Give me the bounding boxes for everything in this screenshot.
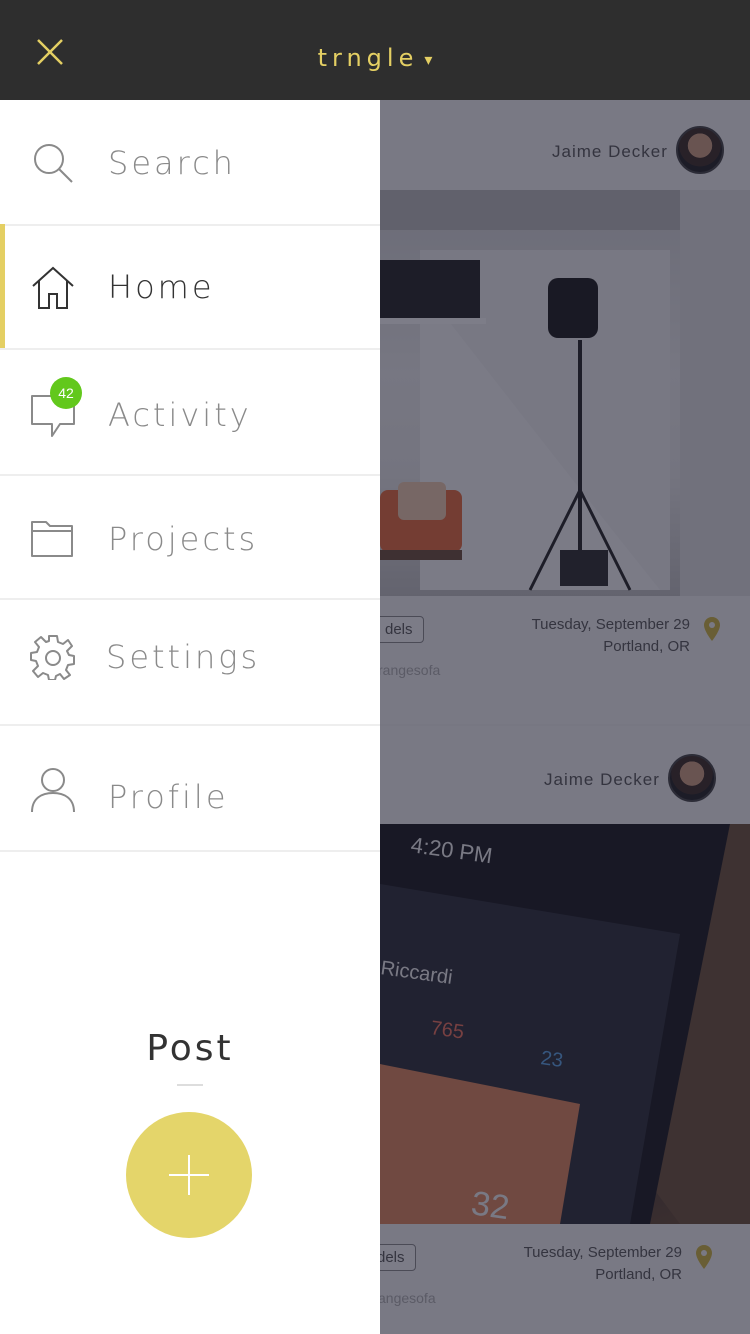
home-icon [32,266,74,309]
plus-icon-vertical [188,1155,190,1195]
feed: Jaime Decker dels rangesofa Tuesday, Sep… [380,100,750,1334]
post-date: Tuesday, September 29 [523,1244,682,1261]
menu-item-label: Settings [106,638,261,676]
chevron-down-icon: ▾ [424,50,433,69]
card-meta: dels rangesofa Tuesday, September 29 Por… [380,596,750,724]
add-post-button[interactable] [126,1112,252,1238]
avatar[interactable] [668,754,716,802]
handle-text[interactable]: rangesofa [380,662,440,678]
user-icon [31,768,75,812]
menu-item-profile[interactable]: Profile [0,726,380,852]
post-location: Portland, OR [595,1266,682,1283]
post-date-location: Tuesday, September 29 Portland, OR [524,1242,682,1286]
menu-item-label: Activity [108,396,252,434]
menu-item-label: Projects [108,520,259,558]
svg-text:765: 765 [429,1017,465,1043]
card-header: Jaime Decker [380,100,750,190]
brand-switcher[interactable]: trngle ▾ [0,44,750,72]
menu-item-settings[interactable]: Settings [0,600,380,726]
author-name[interactable]: Jaime Decker [544,770,660,790]
tag-chip[interactable]: dels [380,616,424,643]
tag-chip[interactable]: dels [380,1244,416,1271]
location-pin-icon [704,617,720,641]
post-location: Portland, OR [603,638,690,655]
svg-text:32: 32 [469,1184,512,1224]
notification-badge: 42 [50,377,82,409]
post-title: Post [146,1028,234,1069]
card-meta: dels angesofa Tuesday, September 29 Port… [380,1224,750,1334]
post-date-location: Tuesday, September 29 Portland, OR [532,614,690,658]
menu-item-projects[interactable]: Projects [0,476,380,600]
menu-item-label: Profile [108,778,229,816]
menu-item-label: Home [108,268,215,306]
location-pin-icon [696,1245,712,1269]
card-header: Jaime Decker [380,726,750,824]
top-bar: trngle ▾ [0,0,750,100]
post-photo[interactable]: 4:20 PM Riccardi 765 23 32 [380,824,750,1227]
search-icon [34,144,73,183]
folder-icon [31,521,73,557]
post-divider [177,1084,203,1086]
menu-item-home[interactable]: Home [0,224,380,350]
post-date: Tuesday, September 29 [531,616,690,633]
gear-icon [30,635,75,680]
avatar[interactable] [676,126,724,174]
menu-item-activity[interactable]: 42 Activity [0,350,380,476]
handle-text[interactable]: angesofa [380,1290,436,1306]
menu-item-search[interactable]: Search [0,100,380,226]
author-name[interactable]: Jaime Decker [552,142,668,162]
menu-item-label: Search [108,144,236,182]
svg-text:23: 23 [539,1047,564,1072]
side-drawer: Search Home 42 Activity Projects Setting… [0,100,380,1334]
post-photo[interactable] [380,190,750,596]
brand-title: trngle [317,44,419,72]
